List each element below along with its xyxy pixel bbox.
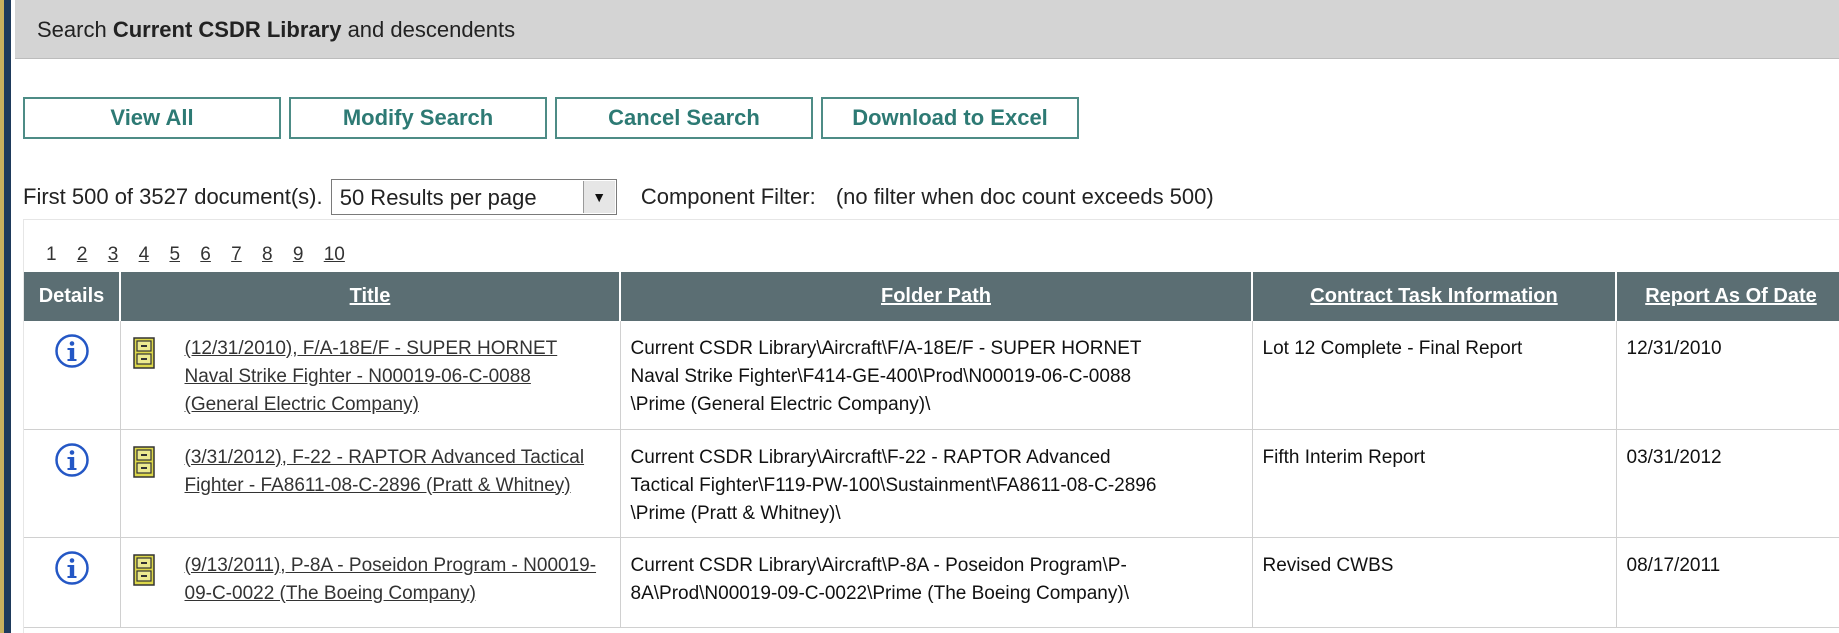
details-cell — [24, 321, 121, 430]
sort-folder-path-link[interactable]: Folder Path — [881, 285, 991, 307]
title-cell: (9/13/2011), P-8A - Poseidon Program - N… — [120, 537, 621, 628]
folder-path-line: Current CSDR Library\Aircraft\P-8A - Pos… — [630, 554, 1127, 576]
sort-title-link[interactable]: Title — [350, 285, 391, 307]
title-cell: (12/31/2010), F/A-18E/F - SUPER HORNET N… — [120, 321, 621, 430]
app-frame: Search Current CSDR Library and descende… — [0, 0, 1839, 633]
page-link[interactable]: 9 — [293, 244, 304, 265]
document-title-link[interactable]: (9/13/2011), P-8A - Poseidon Program - N… — [185, 552, 610, 608]
folder-path-line: Current CSDR Library\Aircraft\F/A-18E/F … — [630, 338, 1142, 359]
header-library-name: Current CSDR Library — [112, 17, 342, 42]
page-link[interactable]: 6 — [200, 244, 211, 265]
folder-path-line: \Prime (General Electric Company)\ — [630, 394, 931, 415]
sort-report-date-link[interactable]: Report As Of Date — [1645, 285, 1817, 307]
folder-path-cell: Current CSDR Library\Aircraft\F/A-18E/F … — [620, 321, 1253, 430]
download-to-excel-button[interactable]: Download to Excel — [821, 97, 1079, 139]
results-per-page-select[interactable]: 50 Results per page ▼ — [330, 179, 617, 216]
results-area: 1 2 3 4 5 6 7 8 9 10 Details Title Folde… — [23, 219, 1839, 633]
table-row: (9/13/2011), P-8A - Poseidon Program - N… — [24, 537, 1839, 628]
details-cell — [24, 429, 121, 538]
cancel-search-button[interactable]: Cancel Search — [555, 97, 813, 139]
folder-path-line: Tactical Fighter\F119-PW-100\Sustainment… — [630, 474, 1157, 496]
results-table: Details Title Folder Path Contract Task … — [24, 272, 1839, 628]
folder-path-cell: Current CSDR Library\Aircraft\F-22 - RAP… — [620, 429, 1253, 538]
component-filter-note: (no filter when doc count exceeds 500) — [835, 184, 1214, 210]
table-row: (12/31/2010), F/A-18E/F - SUPER HORNET N… — [24, 321, 1839, 430]
component-filter-label: Component Filter: — [640, 184, 816, 210]
column-header-details: Details — [24, 272, 121, 321]
table-row: (3/31/2012), F-22 - RAPTOR Advanced Tact… — [24, 429, 1839, 538]
modify-search-button[interactable]: Modify Search — [289, 97, 547, 139]
file-cabinet-icon — [132, 337, 161, 419]
page-link[interactable]: 10 — [324, 244, 345, 265]
folder-path-line: Current CSDR Library\Aircraft\F-22 - RAP… — [630, 446, 1111, 468]
search-panel-header: Search Current CSDR Library and descende… — [15, 0, 1839, 59]
sort-contract-task-link[interactable]: Contract Task Information — [1310, 285, 1557, 307]
table-header-row: Details Title Folder Path Contract Task … — [24, 272, 1839, 321]
results-per-page-value: 50 Results per page — [339, 185, 537, 211]
contract-task-cell: Revised CWBS — [1252, 537, 1617, 628]
pagination: 1 2 3 4 5 6 7 8 9 10 — [46, 244, 360, 266]
folder-path-line: \Prime (Pratt & Whitney)\ — [630, 502, 841, 524]
report-date-cell: 03/31/2012 — [1616, 429, 1839, 538]
folder-path-line: 8A\Prod\N00019-09-C-0022\Prime (The Boei… — [630, 582, 1129, 604]
view-all-button[interactable]: View All — [23, 97, 281, 139]
document-title-link[interactable]: (12/31/2010), F/A-18E/F - SUPER HORNET N… — [185, 335, 610, 419]
results-summary: First 500 of 3527 document(s). 50 Result… — [23, 176, 1214, 216]
report-date-cell: 12/31/2010 — [1616, 321, 1839, 430]
title-cell: (3/31/2012), F-22 - RAPTOR Advanced Tact… — [120, 429, 621, 538]
column-header-contract-task[interactable]: Contract Task Information — [1252, 272, 1617, 321]
column-header-title[interactable]: Title — [120, 272, 621, 321]
document-title-link[interactable]: (3/31/2012), F-22 - RAPTOR Advanced Tact… — [185, 444, 610, 500]
page-link[interactable]: 3 — [108, 244, 119, 265]
file-cabinet-icon — [132, 553, 161, 608]
page-link[interactable]: 4 — [139, 244, 150, 265]
details-cell — [24, 537, 121, 628]
folder-path-line: Naval Strike Fighter\F414-GE-400\Prod\N0… — [630, 366, 1132, 387]
info-icon[interactable] — [54, 550, 90, 595]
page-link[interactable]: 8 — [262, 244, 273, 265]
header-prefix: Search — [37, 17, 107, 42]
page-link[interactable]: 5 — [169, 244, 180, 265]
page-current: 1 — [46, 244, 57, 265]
page-link[interactable]: 7 — [231, 244, 242, 265]
dropdown-arrow-icon[interactable]: ▼ — [582, 181, 615, 214]
report-date-cell: 08/17/2011 — [1616, 537, 1839, 628]
info-icon[interactable] — [54, 333, 90, 378]
header-suffix: and descendents — [347, 17, 516, 42]
page-link[interactable]: 2 — [77, 244, 88, 265]
contract-task-cell: Lot 12 Complete - Final Report — [1252, 321, 1617, 430]
info-icon[interactable] — [54, 442, 90, 487]
column-header-folder-path[interactable]: Folder Path — [620, 272, 1253, 321]
contract-task-cell: Fifth Interim Report — [1252, 429, 1617, 538]
column-header-report-date[interactable]: Report As Of Date — [1616, 272, 1839, 321]
file-cabinet-icon — [132, 445, 161, 500]
document-count: First 500 of 3527 document(s). — [23, 184, 323, 210]
search-results-content: View All Modify Search Cancel Search Dow… — [15, 59, 1839, 633]
folder-path-cell: Current CSDR Library\Aircraft\P-8A - Pos… — [620, 537, 1253, 628]
